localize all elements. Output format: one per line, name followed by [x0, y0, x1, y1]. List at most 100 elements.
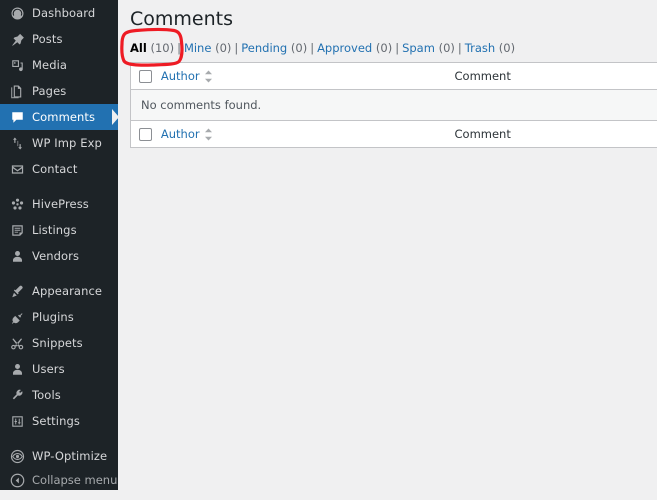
sidebar-item-label: Vendors — [32, 249, 80, 263]
column-footer-author[interactable]: Author — [160, 120, 455, 148]
sort-arrows-icon[interactable] — [204, 70, 213, 83]
sidebar-item-label: Settings — [32, 414, 80, 428]
sidebar-item-vendors[interactable]: Vendors — [0, 243, 118, 269]
sidebar-separator — [0, 269, 118, 278]
filter-link-approved[interactable]: Approved — [317, 41, 372, 55]
filter-count-spam: (0) — [434, 41, 455, 55]
eye-icon — [8, 447, 26, 465]
sidebar-item-label: WP-Optimize — [32, 449, 108, 463]
filter-divider: | — [395, 41, 400, 55]
sidebar-item-settings[interactable]: Settings — [0, 408, 118, 434]
filter-count-mine: (0) — [211, 41, 232, 55]
sidebar-item-label: HivePress — [32, 197, 89, 211]
sidebar-item-label: Users — [32, 362, 65, 376]
filter-item-mine: Mine (0) | — [184, 41, 241, 55]
filter-divider: | — [457, 41, 462, 55]
wordpress-admin-screen: Dashboard Posts Media Pages Comments WP Imp E… — [0, 0, 657, 500]
filter-divider: | — [310, 41, 315, 55]
collapse-menu-button[interactable]: Collapse menu — [0, 468, 118, 492]
sidebar-item-dashboard[interactable]: Dashboard — [0, 0, 118, 26]
sidebar-item-label: Tools — [32, 388, 61, 402]
wrench-icon — [8, 386, 26, 404]
scissors-icon — [8, 334, 26, 352]
dashboard-icon — [8, 4, 26, 22]
pages-icon — [8, 82, 26, 100]
comments-table-body: No comments found. — [130, 89, 657, 121]
sidebar-item-label: Media — [32, 58, 68, 72]
column-footer-comment: Comment — [454, 120, 657, 148]
filter-link-spam[interactable]: Spam — [402, 41, 435, 55]
column-header-comment: Comment — [454, 62, 657, 90]
filter-item-all: All (10) | — [130, 41, 184, 55]
sort-arrows-icon-footer[interactable] — [204, 128, 213, 141]
filter-count-trash: (0) — [495, 41, 516, 55]
sort-author-link[interactable]: Author — [161, 69, 200, 83]
comments-table-head: Author Comment — [130, 62, 657, 90]
sidebar-group-0: Dashboard Posts Media Pages Comments WP Imp E… — [0, 0, 118, 182]
filter-item-approved: Approved (0) | — [317, 41, 402, 55]
filter-divider: | — [234, 41, 239, 55]
sidebar-item-posts[interactable]: Posts — [0, 26, 118, 52]
sidebar-bottom-filler — [0, 490, 118, 500]
sidebar-item-hivepress[interactable]: HivePress — [0, 191, 118, 217]
filter-link-trash[interactable]: Trash — [465, 41, 495, 55]
sidebar-item-pages[interactable]: Pages — [0, 78, 118, 104]
sidebar-group-1: HivePress Listings Vendors — [0, 191, 118, 269]
sidebar-item-plugins[interactable]: Plugins — [0, 304, 118, 330]
collapse-menu-label: Collapse menu — [32, 473, 118, 487]
paintbrush-icon — [8, 282, 26, 300]
listings-icon — [8, 221, 26, 239]
admin-sidebar: Dashboard Posts Media Pages Comments WP Imp E… — [0, 0, 118, 500]
sort-author-link-footer[interactable]: Author — [161, 127, 200, 141]
filter-divider: | — [177, 41, 181, 55]
sidebar-item-label: Comments — [32, 110, 96, 124]
filter-count-all: (10) — [146, 41, 175, 55]
select-all-checkbox[interactable] — [139, 70, 152, 83]
hivepress-icon — [8, 195, 26, 213]
media-icon — [8, 56, 26, 74]
table-header-row: Author Comment — [130, 62, 657, 90]
sidebar-item-tools[interactable]: Tools — [0, 382, 118, 408]
sidebar-item-wp-optimize[interactable]: WP-Optimize — [0, 443, 118, 469]
sidebar-item-label: Appearance — [32, 284, 103, 298]
sidebar-item-label: Plugins — [32, 310, 74, 324]
pin-icon — [8, 30, 26, 48]
sidebar-item-label: Dashboard — [32, 6, 96, 20]
select-all-checkbox-footer[interactable] — [139, 128, 152, 141]
comments-table-foot: Author Comment — [130, 120, 657, 148]
filter-link-mine[interactable]: Mine — [184, 41, 211, 55]
sidebar-item-label: Listings — [32, 223, 77, 237]
plug-icon — [8, 308, 26, 326]
filter-link-pending[interactable]: Pending — [241, 41, 287, 55]
sidebar-item-label: WP Imp Exp — [32, 136, 102, 150]
sidebar-item-label: Snippets — [32, 336, 83, 350]
sidebar-item-snippets[interactable]: Snippets — [0, 330, 118, 356]
settings-sliders-icon — [8, 412, 26, 430]
sidebar-item-label: Contact — [32, 162, 78, 176]
sidebar-item-label: Pages — [32, 84, 67, 98]
comment-bubble-icon — [8, 108, 26, 126]
no-items-row: No comments found. — [130, 89, 657, 121]
filter-count-approved: (0) — [372, 41, 393, 55]
sidebar-item-label: Posts — [32, 32, 63, 46]
filter-item-trash: Trash (0) — [465, 41, 515, 55]
column-footer-comment-label: Comment — [454, 127, 511, 141]
sidebar-item-appearance[interactable]: Appearance — [0, 278, 118, 304]
sidebar-item-contact[interactable]: Contact — [0, 156, 118, 182]
user-icon — [8, 360, 26, 378]
select-all-footer-header — [130, 120, 161, 148]
select-all-header — [130, 62, 161, 90]
filter-link-all[interactable]: All — [130, 41, 147, 55]
filter-item-spam: Spam (0) | — [402, 41, 465, 55]
sidebar-item-comments[interactable]: Comments — [0, 104, 118, 130]
no-comments-message: No comments found. — [130, 89, 657, 121]
sidebar-item-users[interactable]: Users — [0, 356, 118, 382]
column-header-author[interactable]: Author — [160, 62, 455, 90]
sidebar-separator — [0, 182, 118, 191]
sidebar-item-wp-imp-exp[interactable]: WP Imp Exp — [0, 130, 118, 156]
sidebar-group-2: Appearance Plugins Snippets Users Tools Setti… — [0, 278, 118, 434]
filter-count-pending: (0) — [287, 41, 308, 55]
sidebar-item-media[interactable]: Media — [0, 52, 118, 78]
import-export-icon — [8, 134, 26, 152]
sidebar-item-listings[interactable]: Listings — [0, 217, 118, 243]
